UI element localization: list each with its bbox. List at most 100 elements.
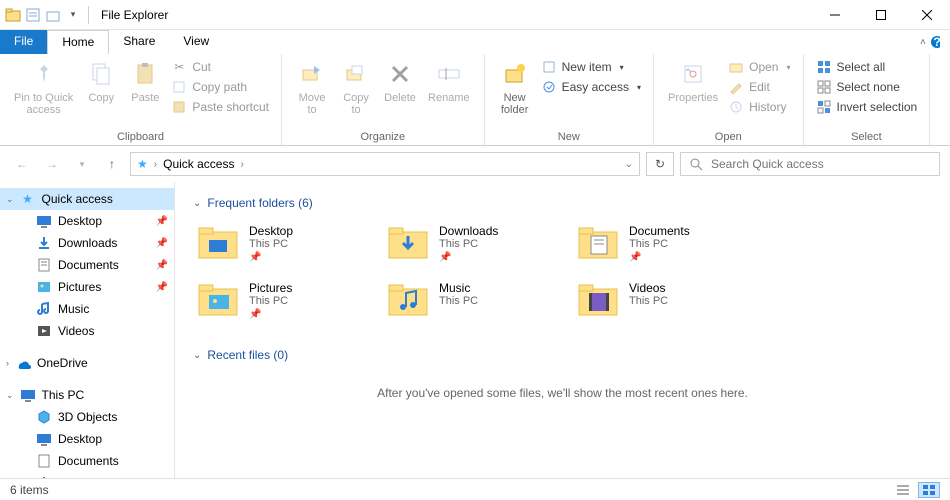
newitem-button[interactable]: New item▾ bbox=[541, 58, 641, 76]
pin-icon bbox=[28, 58, 60, 90]
nav-onedrive[interactable]: ›OneDrive bbox=[0, 352, 174, 374]
cut-button[interactable]: ✂Cut bbox=[171, 58, 269, 76]
invertselection-button[interactable]: Invert selection bbox=[816, 98, 918, 116]
help-icon[interactable]: ? bbox=[930, 35, 940, 49]
address-input[interactable]: ★ › Quick access › ⌄ bbox=[130, 152, 640, 176]
open-icon bbox=[728, 59, 744, 75]
address-dropdown-icon[interactable]: ⌄ bbox=[625, 159, 633, 170]
folder-icon bbox=[197, 281, 239, 317]
tab-share[interactable]: Share bbox=[109, 30, 169, 54]
navigation-pane[interactable]: ⌄★Quick access Desktop📌 Downloads📌 Docum… bbox=[0, 182, 175, 478]
content-pane[interactable]: ⌄Frequent folders (6) DesktopThis PC📌 Do… bbox=[175, 182, 950, 478]
chevron-down-icon: ⌄ bbox=[193, 350, 201, 361]
nav-desktop[interactable]: Desktop📌 bbox=[0, 210, 174, 232]
folder-downloads[interactable]: DownloadsThis PC📌 bbox=[383, 220, 573, 267]
invert-icon bbox=[816, 99, 832, 115]
forward-button[interactable]: → bbox=[40, 152, 64, 176]
minimize-button[interactable] bbox=[812, 0, 858, 30]
rename-button[interactable]: Rename bbox=[422, 56, 476, 129]
status-bar: 6 items bbox=[0, 478, 950, 500]
folder-documents[interactable]: DocumentsThis PC📌 bbox=[573, 220, 763, 267]
breadcrumb[interactable]: Quick access bbox=[163, 157, 234, 171]
history-icon bbox=[728, 99, 744, 115]
qat-dropdown-icon[interactable]: ▾ bbox=[64, 6, 82, 24]
up-button[interactable]: ↑ bbox=[100, 152, 124, 176]
nav-documents2[interactable]: Documents bbox=[0, 450, 174, 472]
separator bbox=[88, 6, 89, 24]
newitem-icon bbox=[541, 59, 557, 75]
newfolder-button[interactable]: New folder bbox=[493, 56, 537, 129]
section-frequent[interactable]: ⌄Frequent folders (6) bbox=[193, 196, 932, 210]
qat-props-icon[interactable] bbox=[24, 6, 42, 24]
qat-newfolder-icon[interactable] bbox=[44, 6, 62, 24]
search-box[interactable] bbox=[680, 152, 940, 176]
icons-view-button[interactable] bbox=[918, 482, 940, 498]
selectnone-button[interactable]: Select none bbox=[816, 78, 918, 96]
tab-home[interactable]: Home bbox=[47, 30, 109, 54]
cut-icon: ✂ bbox=[171, 59, 187, 75]
search-icon bbox=[689, 157, 703, 171]
pasteshortcut-icon bbox=[171, 99, 187, 115]
copyto-button[interactable]: Copy to bbox=[334, 56, 378, 129]
ribbon-collapse[interactable]: ˄ ? bbox=[920, 30, 950, 54]
refresh-button[interactable]: ↻ bbox=[646, 152, 674, 176]
ribbon: Pin to Quick access Copy Paste ✂Cut Copy… bbox=[0, 54, 950, 146]
nav-thispc[interactable]: ⌄This PC bbox=[0, 384, 174, 406]
nav-downloads[interactable]: Downloads📌 bbox=[0, 232, 174, 254]
downloads-icon bbox=[36, 475, 52, 478]
downloads-icon bbox=[36, 235, 52, 251]
folder-videos[interactable]: VideosThis PC bbox=[573, 277, 763, 324]
star-icon: ★ bbox=[20, 191, 36, 207]
history-button[interactable]: History bbox=[728, 98, 790, 116]
item-count: 6 items bbox=[10, 483, 49, 497]
details-view-button[interactable] bbox=[892, 482, 914, 498]
ribbon-group-clipboard: Pin to Quick access Copy Paste ✂Cut Copy… bbox=[0, 54, 282, 145]
delete-button[interactable]: Delete bbox=[378, 56, 422, 129]
folder-icon bbox=[577, 281, 619, 317]
tab-view[interactable]: View bbox=[169, 30, 223, 54]
section-recent[interactable]: ⌄Recent files (0) bbox=[193, 348, 932, 362]
nav-desktop2[interactable]: Desktop bbox=[0, 428, 174, 450]
maximize-button[interactable] bbox=[858, 0, 904, 30]
selectnone-icon bbox=[816, 79, 832, 95]
ribbon-group-organize: Move to Copy to Delete Rename Organize bbox=[282, 54, 485, 145]
paste-button[interactable]: Paste bbox=[123, 56, 167, 129]
folder-music[interactable]: MusicThis PC bbox=[383, 277, 573, 324]
folder-pictures[interactable]: PicturesThis PC📌 bbox=[193, 277, 383, 324]
group-label: Select bbox=[812, 129, 922, 145]
title-bar: ▾ File Explorer bbox=[0, 0, 950, 30]
nav-documents[interactable]: Documents📌 bbox=[0, 254, 174, 276]
nav-music[interactable]: Music bbox=[0, 298, 174, 320]
paste-icon bbox=[129, 58, 161, 90]
tab-file[interactable]: File bbox=[0, 30, 47, 54]
copyto-icon bbox=[340, 58, 372, 90]
properties-button[interactable]: Properties bbox=[662, 56, 724, 129]
nav-3dobjects[interactable]: 3D Objects bbox=[0, 406, 174, 428]
copypath-button[interactable]: Copy path bbox=[171, 78, 269, 96]
folder-desktop[interactable]: DesktopThis PC📌 bbox=[193, 220, 383, 267]
copy-button[interactable]: Copy bbox=[79, 56, 123, 129]
pasteshortcut-button[interactable]: Paste shortcut bbox=[171, 98, 269, 116]
easyaccess-button[interactable]: Easy access▾ bbox=[541, 78, 641, 96]
music-icon bbox=[36, 301, 52, 317]
desktop-icon bbox=[36, 213, 52, 229]
nav-downloads2[interactable]: Downloads bbox=[0, 472, 174, 478]
chevron-right-icon[interactable]: › bbox=[240, 159, 243, 170]
nav-videos[interactable]: Videos bbox=[0, 320, 174, 342]
folder-icon bbox=[387, 281, 429, 317]
close-button[interactable] bbox=[904, 0, 950, 30]
moveto-button[interactable]: Move to bbox=[290, 56, 334, 129]
selectall-button[interactable]: Select all bbox=[816, 58, 918, 76]
nav-quickaccess[interactable]: ⌄★Quick access bbox=[0, 188, 174, 210]
nav-pictures[interactable]: Pictures📌 bbox=[0, 276, 174, 298]
group-label: New bbox=[493, 129, 645, 145]
pin-quickaccess-button[interactable]: Pin to Quick access bbox=[8, 56, 79, 129]
onedrive-icon bbox=[15, 355, 31, 371]
edit-button[interactable]: Edit bbox=[728, 78, 790, 96]
search-input[interactable] bbox=[711, 157, 931, 171]
recent-dropdown[interactable]: ▾ bbox=[70, 152, 94, 176]
back-button[interactable]: ← bbox=[10, 152, 34, 176]
open-button[interactable]: Open▾ bbox=[728, 58, 790, 76]
copypath-icon bbox=[171, 79, 187, 95]
copy-icon bbox=[85, 58, 117, 90]
